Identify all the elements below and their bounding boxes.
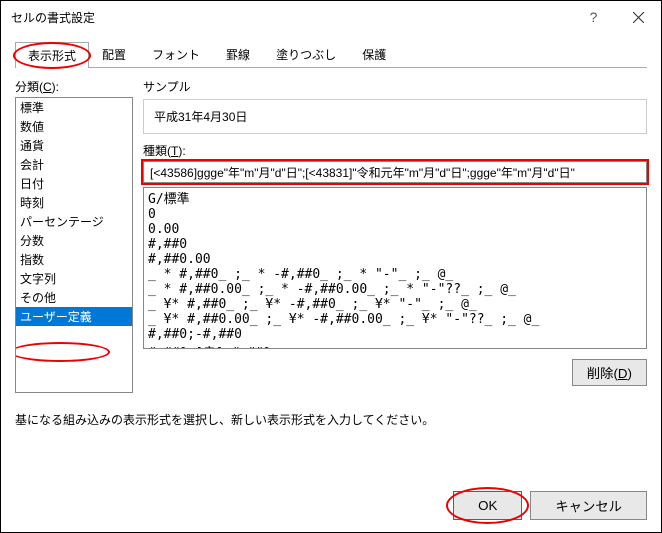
category-item[interactable]: 会計 xyxy=(16,155,132,174)
sample-box: 平成31年4月30日 xyxy=(143,99,647,134)
close-button[interactable] xyxy=(616,2,661,32)
format-item[interactable]: G/標準 xyxy=(144,188,646,207)
right-column: サンプル 平成31年4月30日 種類(T): G/標準00.00#,##0#,#… xyxy=(143,78,647,393)
titlebar: セルの書式設定 ? xyxy=(1,1,661,33)
tab-フォント[interactable]: フォント xyxy=(139,41,213,67)
sample-value: 平成31年4月30日 xyxy=(154,110,247,124)
format-item[interactable]: 0 xyxy=(144,207,646,222)
delete-row: 削除(D) xyxy=(143,359,647,386)
category-item[interactable]: 数値 xyxy=(16,117,132,136)
category-column: 分類(C): 標準数値通貨会計日付時刻パーセンテージ分数指数文字列その他ユーザー… xyxy=(15,78,133,393)
format-item[interactable]: #,##0;-#,##0 xyxy=(144,327,646,342)
sample-label: サンプル xyxy=(143,78,647,95)
highlight-annotation xyxy=(15,342,110,362)
help-button[interactable]: ? xyxy=(571,2,616,32)
format-item[interactable]: #,##0 xyxy=(144,237,646,252)
category-item[interactable]: 文字列 xyxy=(16,269,132,288)
tab-保護[interactable]: 保護 xyxy=(349,41,399,67)
cancel-button[interactable]: キャンセル xyxy=(530,491,647,520)
tab-塗りつぶし[interactable]: 塗りつぶし xyxy=(263,41,349,67)
type-input[interactable] xyxy=(143,161,647,183)
format-item[interactable]: #,##0.00 xyxy=(144,252,646,267)
category-item[interactable]: 時刻 xyxy=(16,193,132,212)
category-item[interactable]: 分数 xyxy=(16,231,132,250)
ok-button[interactable]: OK xyxy=(453,491,522,520)
tab-罫線[interactable]: 罫線 xyxy=(213,41,263,67)
format-cells-dialog: セルの書式設定 ? 表示形式配置フォント罫線塗りつぶし保護 分類(C): 標準数… xyxy=(0,0,662,533)
tab-配置[interactable]: 配置 xyxy=(89,41,139,67)
tab-表示形式[interactable]: 表示形式 xyxy=(15,42,89,68)
format-listbox[interactable]: G/標準00.00#,##0#,##0.00_ * #,##0_ ;_ * -#… xyxy=(143,187,647,349)
format-item[interactable]: _ * #,##0_ ;_ * -#,##0_ ;_ * "-"_ ;_ @_ xyxy=(144,267,646,282)
format-item[interactable]: _ * #,##0.00_ ;_ * -#,##0.00_ ;_ * "-"??… xyxy=(144,282,646,297)
tab-strip: 表示形式配置フォント罫線塗りつぶし保護 xyxy=(15,41,647,68)
format-item[interactable]: #,##0;[赤]-#,##0 xyxy=(144,342,646,349)
format-item[interactable]: _ ¥* #,##0.00_ ;_ ¥* -#,##0.00_ ;_ ¥* "-… xyxy=(144,312,646,327)
dialog-title: セルの書式設定 xyxy=(11,9,571,26)
dialog-content: 表示形式配置フォント罫線塗りつぶし保護 分類(C): 標準数値通貨会計日付時刻パ… xyxy=(1,33,661,532)
footer-buttons: OK キャンセル xyxy=(15,481,647,520)
format-item[interactable]: 0.00 xyxy=(144,222,646,237)
category-item[interactable]: パーセンテージ xyxy=(16,212,132,231)
category-item[interactable]: 標準 xyxy=(16,98,132,117)
note-text: 基になる組み込みの表示形式を選択し、新しい表示形式を入力してください。 xyxy=(15,411,647,428)
upper-area: 分類(C): 標準数値通貨会計日付時刻パーセンテージ分数指数文字列その他ユーザー… xyxy=(15,78,647,393)
tab-body: 分類(C): 標準数値通貨会計日付時刻パーセンテージ分数指数文字列その他ユーザー… xyxy=(15,68,647,520)
category-item[interactable]: ユーザー定義 xyxy=(16,307,132,326)
category-label: 分類(C): xyxy=(15,78,133,95)
format-item[interactable]: _ ¥* #,##0_ ;_ ¥* -#,##0_ ;_ ¥* "-"_ ;_ … xyxy=(144,297,646,312)
category-listbox[interactable]: 標準数値通貨会計日付時刻パーセンテージ分数指数文字列その他ユーザー定義 xyxy=(15,97,133,393)
type-label: 種類(T): xyxy=(143,142,647,159)
highlight-annotation xyxy=(13,42,91,69)
category-item[interactable]: 日付 xyxy=(16,174,132,193)
close-icon xyxy=(633,12,644,23)
category-item[interactable]: 指数 xyxy=(16,250,132,269)
category-item[interactable]: その他 xyxy=(16,288,132,307)
delete-button[interactable]: 削除(D) xyxy=(572,359,647,386)
category-item[interactable]: 通貨 xyxy=(16,136,132,155)
type-input-wrap xyxy=(143,161,647,183)
